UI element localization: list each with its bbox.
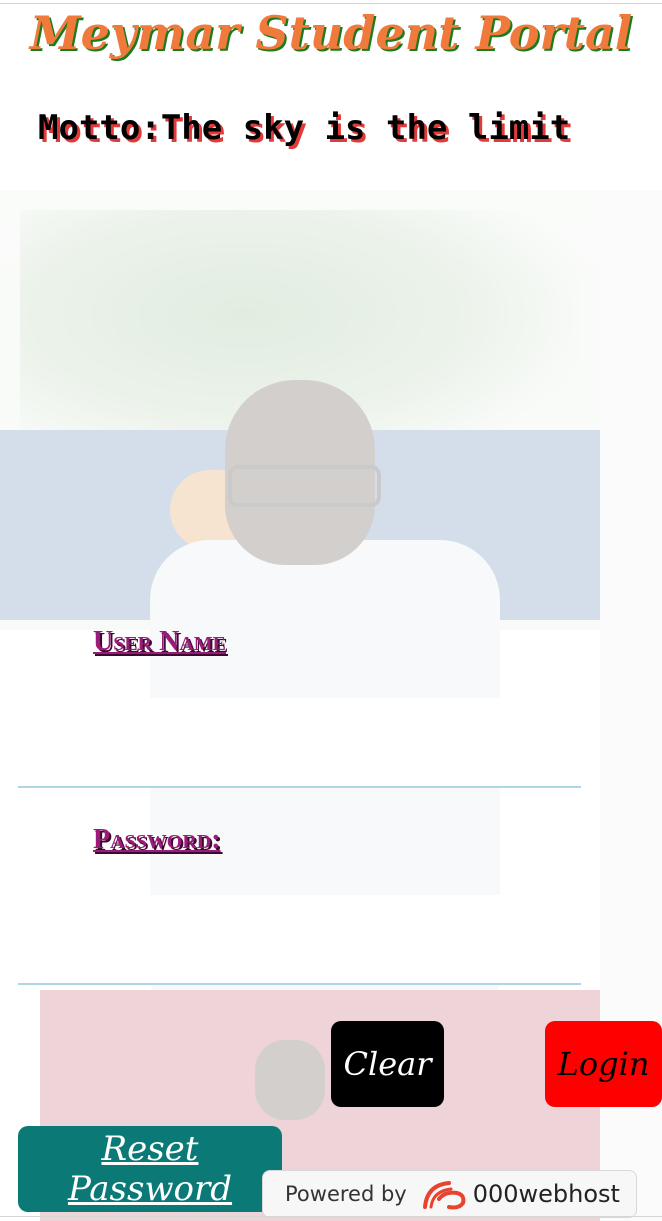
reset-password-button[interactable]: Reset Password xyxy=(18,1126,282,1212)
password-field[interactable] xyxy=(18,895,581,985)
clear-button[interactable]: Clear xyxy=(331,1021,444,1107)
motto-text: Motto:The sky is the limit xyxy=(38,108,571,148)
page-title: Meymar Student Portal xyxy=(29,6,633,60)
powered-by-badge[interactable]: Powered by 000webhost xyxy=(262,1170,637,1218)
password-label: Password: xyxy=(93,824,221,855)
username-label: User Name xyxy=(93,626,227,657)
powered-by-text: Powered by xyxy=(285,1182,407,1206)
bottom-border xyxy=(0,1216,662,1217)
username-field[interactable] xyxy=(18,698,581,788)
top-border xyxy=(0,3,662,4)
brand-name: 000webhost xyxy=(472,1180,620,1208)
000webhost-logo-icon xyxy=(422,1181,466,1210)
login-button[interactable]: Login xyxy=(545,1021,662,1107)
